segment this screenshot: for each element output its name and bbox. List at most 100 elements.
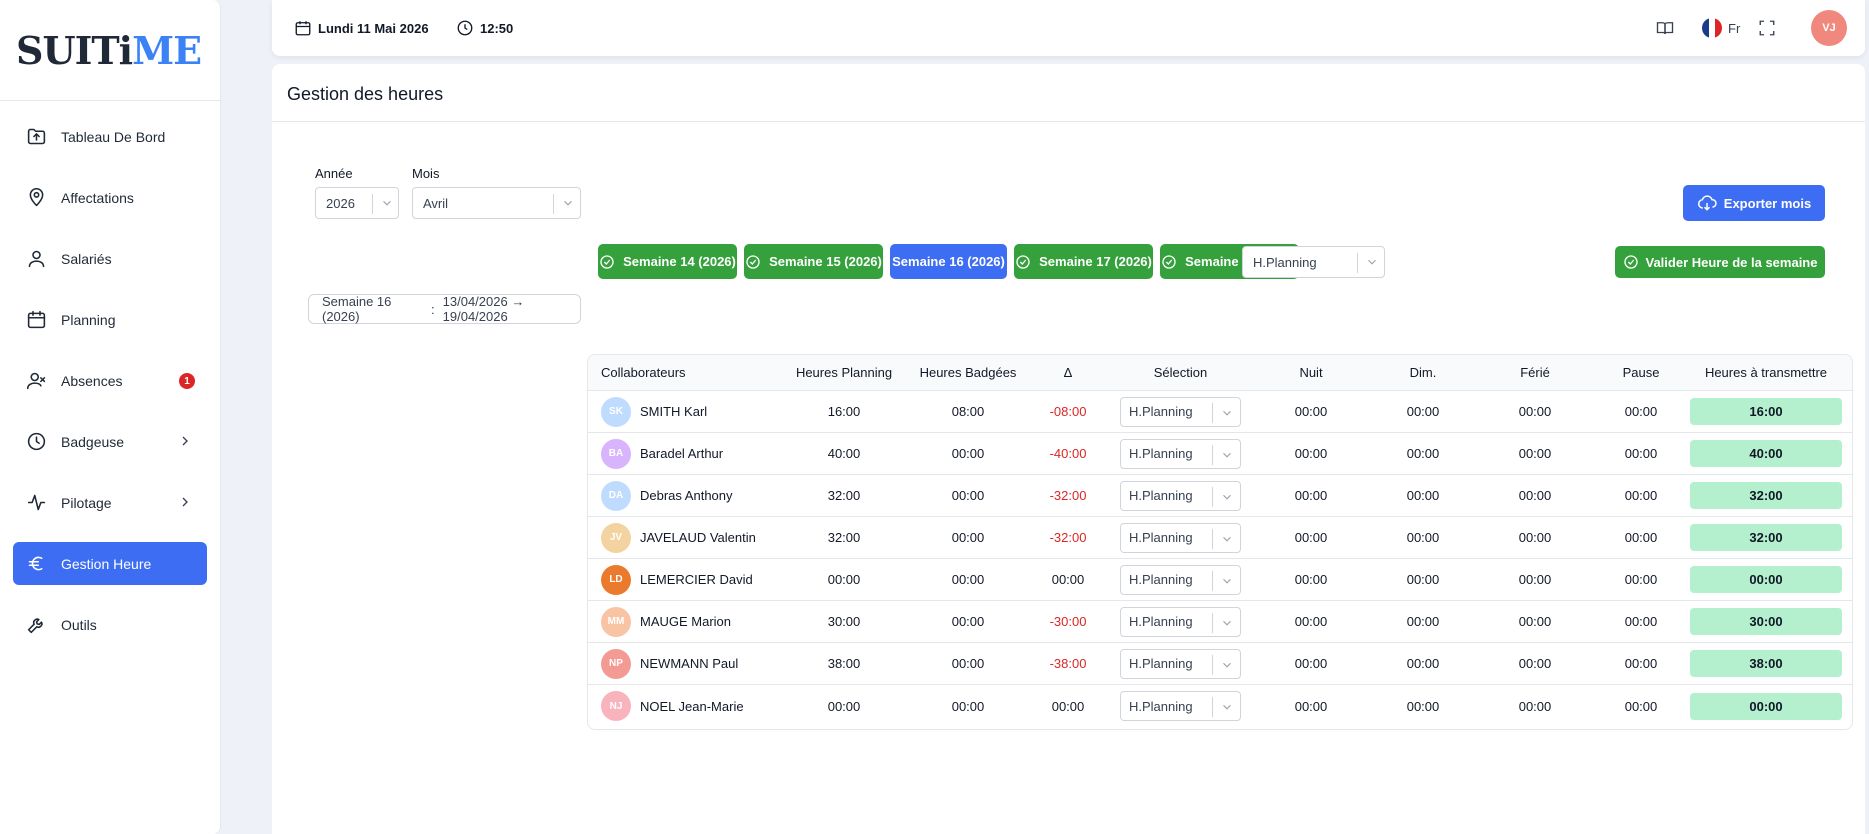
selection-select[interactable]: H.Planning (1120, 522, 1241, 553)
sidebar-item-absences[interactable]: Absences 1 (13, 359, 207, 402)
planning-hours: 40:00 (827, 446, 861, 461)
selection-cell: H.Planning (1120, 643, 1241, 684)
mode-select[interactable]: H.Planning (1242, 246, 1385, 278)
sidebar-item-outils[interactable]: Outils (13, 603, 207, 646)
export-month-button[interactable]: Exporter mois (1683, 185, 1825, 221)
planning-hours: 16:00 (827, 404, 861, 419)
night-hours: 00:00 (1294, 404, 1328, 419)
week-14-button[interactable]: Semaine 14 (2026) (598, 244, 737, 279)
fullscreen-icon[interactable] (1758, 19, 1776, 37)
current-date-text: Lundi 11 Mai 2026 (318, 20, 429, 36)
selection-select[interactable]: H.Planning (1120, 438, 1241, 469)
sidebar-item-planning[interactable]: Planning (13, 298, 207, 341)
selection-select[interactable]: H.Planning (1120, 606, 1241, 637)
hours-to-transmit: 00:00 (1690, 692, 1842, 720)
sidebar-item-tableau-de-bord[interactable]: Tableau De Bord (13, 115, 207, 158)
language-switcher[interactable]: Fr (1702, 18, 1740, 38)
chevron-down-icon (1365, 255, 1379, 269)
delta-hours: -40:00 (1049, 446, 1087, 461)
header-nuit: Nuit (1299, 365, 1323, 380)
map-pin-icon (25, 187, 47, 209)
selection-select[interactable]: H.Planning (1120, 396, 1241, 427)
hours-to-transmit: 32:00 (1690, 524, 1842, 551)
week-16-button[interactable]: Semaine 16 (2026) (890, 244, 1007, 279)
collaborator-cell: MM MAUGE Marion (601, 601, 731, 642)
header-ferie: Férié (1520, 365, 1550, 380)
planning-hours: 38:00 (827, 656, 861, 671)
delta-hours: -30:00 (1049, 614, 1087, 629)
delta-hours: -08:00 (1049, 404, 1087, 419)
month-label: Mois (412, 166, 440, 181)
collaborator-name: Debras Anthony (640, 488, 733, 503)
collaborator-cell: DA Debras Anthony (601, 475, 733, 516)
selection-select[interactable]: H.Planning (1120, 691, 1241, 721)
week-label: Semaine 14 (2026) (623, 254, 736, 269)
selection-select[interactable]: H.Planning (1120, 564, 1241, 595)
month-select[interactable]: Avril (412, 187, 581, 219)
night-hours: 00:00 (1294, 446, 1328, 461)
selection-cell: H.Planning (1120, 685, 1241, 727)
chevron-right-icon (177, 433, 193, 449)
sidebar-nav: Tableau De Bord Affectations Salariés Pl… (0, 101, 220, 646)
validate-week-label: Valider Heure de la semaine (1645, 254, 1818, 270)
clock-icon (457, 20, 473, 36)
main-card: Gestion des heures Année 2026 Mois Avril… (272, 64, 1865, 834)
table-row: BA Baradel Arthur 40:00 00:00 -40:00 H.Planni… (588, 433, 1852, 475)
collaborator-name: NOEL Jean-Marie (640, 698, 744, 714)
validate-week-button[interactable]: Valider Heure de la semaine (1615, 246, 1825, 278)
transmit-cell: 00:00 (1690, 559, 1842, 600)
holiday-hours: 00:00 (1518, 488, 1552, 503)
week-17-button[interactable]: Semaine 17 (2026) (1014, 244, 1153, 279)
hours-to-transmit: 30:00 (1690, 608, 1842, 635)
header-selection: Sélection (1153, 365, 1208, 380)
sidebar-item-label: Salariés (61, 250, 112, 267)
sunday-hours: 00:00 (1406, 572, 1440, 587)
year-label: Année (315, 166, 353, 181)
sidebar-item-gestion-heure[interactable]: Gestion Heure (13, 542, 207, 585)
selection-value: H.Planning (1129, 614, 1193, 629)
user-avatar[interactable]: VJ (1811, 10, 1847, 46)
sunday-hours: 00:00 (1406, 488, 1440, 503)
transmit-cell: 32:00 (1690, 517, 1842, 558)
logo: SUITiME (0, 0, 220, 101)
sidebar-item-salaries[interactable]: Salariés (13, 237, 207, 280)
clock-icon (25, 431, 47, 453)
pause-hours: 00:00 (1624, 404, 1658, 419)
chevron-down-icon (561, 196, 575, 210)
chevron-down-icon (1220, 532, 1234, 546)
selection-cell: H.Planning (1120, 517, 1241, 558)
export-month-label: Exporter mois (1723, 195, 1812, 211)
badged-hours: 00:00 (951, 572, 985, 587)
week-15-button[interactable]: Semaine 15 (2026) (744, 244, 883, 279)
table-row: NJ NOEL Jean-Marie 00:00 00:00 00:00 H.Planni… (588, 685, 1852, 727)
header-transmettre: Heures à transmettre (1704, 365, 1828, 380)
sidebar-item-label: Pilotage (61, 494, 112, 511)
collaborator-cell: NJ NOEL Jean-Marie (601, 685, 744, 727)
collaborator-cell: JV JAVELAUD Valentin (601, 517, 756, 558)
book-icon[interactable] (1656, 19, 1674, 37)
pause-hours: 00:00 (1624, 656, 1658, 671)
check-circle-icon (1623, 255, 1638, 269)
sidebar-item-pilotage[interactable]: Pilotage (13, 481, 207, 524)
sidebar-item-affectations[interactable]: Affectations (13, 176, 207, 219)
badged-hours: 00:00 (951, 488, 985, 503)
sidebar-item-label: Gestion Heure (61, 555, 152, 572)
transmit-cell: 32:00 (1690, 475, 1842, 516)
selection-value: H.Planning (1129, 488, 1193, 503)
selection-select[interactable]: H.Planning (1120, 480, 1241, 511)
selection-select[interactable]: H.Planning (1120, 648, 1241, 679)
holiday-hours: 00:00 (1518, 572, 1552, 587)
absences-count-badge: 1 (179, 373, 195, 389)
euro-icon (25, 553, 47, 575)
collaborator-name: Baradel Arthur (640, 446, 724, 461)
current-date: Lundi 11 Mai 2026 (294, 19, 429, 37)
transmit-cell: 40:00 (1690, 433, 1842, 474)
avatar: JV (601, 522, 631, 553)
chevron-down-icon (1220, 574, 1234, 588)
sidebar-item-label: Badgeuse (61, 433, 125, 450)
activity-icon (25, 492, 47, 514)
year-select[interactable]: 2026 (315, 187, 399, 219)
check-circle-icon (1016, 254, 1030, 269)
sidebar-item-badgeuse[interactable]: Badgeuse (13, 420, 207, 463)
sunday-hours: 00:00 (1406, 446, 1440, 461)
